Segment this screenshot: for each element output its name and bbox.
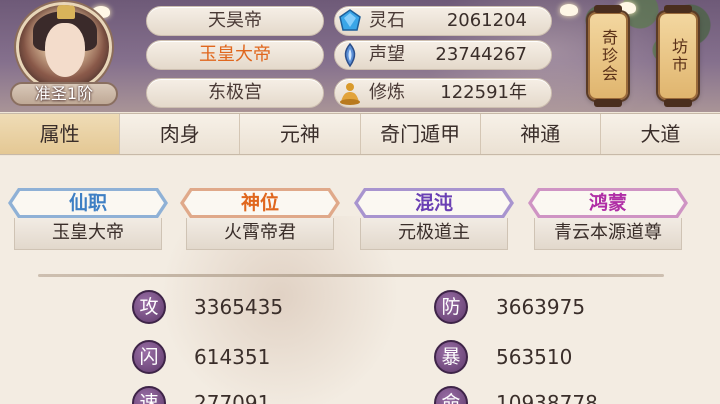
title-value: 火霄帝君 bbox=[186, 218, 334, 250]
title-card-hongmeng[interactable]: 鸿蒙 青云本源道尊 bbox=[528, 188, 688, 252]
avatar[interactable]: 准圣1阶 bbox=[8, 2, 120, 106]
tab-body[interactable]: 肉身 bbox=[120, 114, 241, 154]
title-card-chaos[interactable]: 混沌 元极道主 bbox=[354, 188, 514, 252]
title-category: 仙职 bbox=[68, 192, 107, 214]
stat-value: 614351 bbox=[194, 345, 271, 369]
title-category: 混沌 bbox=[414, 192, 453, 214]
crit-icon: 暴 bbox=[434, 340, 468, 374]
title-category: 鸿蒙 bbox=[588, 192, 627, 214]
spirit-stone-icon bbox=[339, 9, 361, 31]
avatar-portrait bbox=[16, 2, 112, 92]
player-title: 玉皇大帝 bbox=[146, 40, 324, 70]
title-category: 神位 bbox=[240, 192, 279, 214]
tab-spirit[interactable]: 元神 bbox=[240, 114, 361, 154]
tab-bar: 属性 肉身 元神 奇门遁甲 神通 大道 bbox=[0, 113, 720, 155]
stat-value: 563510 bbox=[496, 345, 573, 369]
treasure-shop-button[interactable]: 奇珍会 bbox=[588, 5, 628, 107]
rank-badge: 准圣1阶 bbox=[10, 82, 118, 106]
stat-value: 3663975 bbox=[496, 295, 586, 319]
reputation-icon bbox=[344, 42, 356, 68]
stat-value: 277091 bbox=[194, 391, 271, 404]
title-value: 玉皇大帝 bbox=[14, 218, 162, 250]
hit-icon: 命 bbox=[434, 386, 468, 404]
attack-icon: 攻 bbox=[132, 290, 166, 324]
tab-attributes[interactable]: 属性 bbox=[0, 114, 121, 154]
title-card-divine-rank[interactable]: 神位 火霄帝君 bbox=[180, 188, 340, 252]
market-button[interactable]: 坊市 bbox=[658, 5, 698, 107]
title-card-immortal-post[interactable]: 仙职 玉皇大帝 bbox=[8, 188, 168, 252]
bird-icon bbox=[560, 4, 578, 16]
tab-dao[interactable]: 大道 bbox=[601, 114, 720, 154]
stat-value: 10938778 bbox=[496, 391, 598, 404]
defense-icon: 防 bbox=[434, 290, 468, 324]
attributes-panel: 仙职 玉皇大帝 神位 火霄帝君 混沌 元极道主 鸿蒙 青云本源道尊 攻 3365… bbox=[0, 156, 720, 404]
player-header: 准圣1阶 天昊帝 玉皇大帝 东极宫 灵石 2061204 声望 23744267… bbox=[0, 0, 720, 112]
meditation-icon bbox=[340, 83, 360, 105]
tab-abilities[interactable]: 神通 bbox=[481, 114, 601, 154]
stat-value: 3365435 bbox=[194, 295, 284, 319]
tab-qimen[interactable]: 奇门遁甲 bbox=[361, 114, 481, 154]
dodge-icon: 闪 bbox=[132, 340, 166, 374]
resource-cultivation: 修炼 122591年 bbox=[334, 78, 552, 108]
player-name: 天昊帝 bbox=[146, 6, 324, 36]
resource-reputation: 声望 23744267 bbox=[334, 40, 552, 70]
title-value: 青云本源道尊 bbox=[534, 218, 682, 250]
player-palace: 东极宫 bbox=[146, 78, 324, 108]
resource-spirit-stone: 灵石 2061204 bbox=[334, 6, 552, 36]
title-value: 元极道主 bbox=[360, 218, 508, 250]
section-divider bbox=[38, 274, 664, 277]
